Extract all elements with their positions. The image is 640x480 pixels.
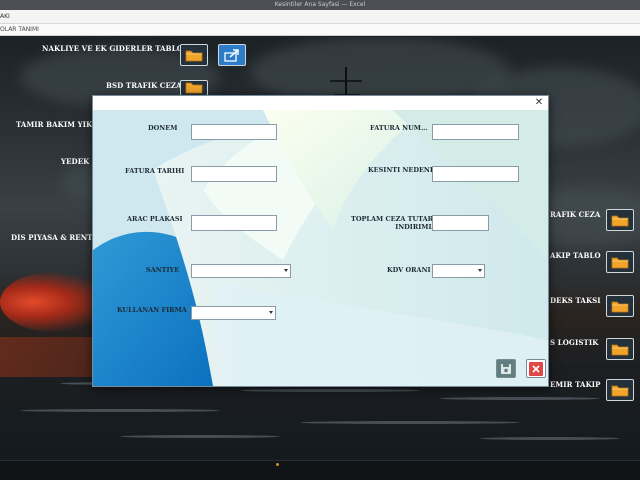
nakliye-share-button[interactable]: [218, 44, 246, 66]
chevron-down-icon: [478, 269, 482, 272]
folder-icon: [611, 301, 629, 312]
folder-icon: [611, 257, 629, 268]
kesinti-nedeni-input[interactable]: [432, 166, 519, 182]
toplam-ceza-label-line1: TOPLAM CEZA TUTARI: [351, 215, 437, 223]
chevron-down-icon: [269, 311, 273, 314]
status-bar: [0, 460, 640, 480]
sheet-tab-bar: OLAR TANIMI: [0, 24, 640, 36]
toplam-ceza-input[interactable]: [432, 215, 489, 231]
emir-takip-label: EMIR TAKIP: [550, 380, 601, 389]
dialog-body: DONEM FATURA TARIHI ARAC PLAKASI SANTIYE…: [93, 110, 548, 386]
save-icon: [501, 363, 511, 374]
menu-bar: AKI: [0, 10, 640, 24]
kdv-orani-select[interactable]: [432, 264, 485, 278]
window-titlebar: Kesintiler Ana Sayfasi — Excel: [0, 0, 640, 10]
folder-icon: [185, 82, 203, 94]
logistik-folder-button[interactable]: [606, 338, 634, 360]
menu-item-label[interactable]: AKI: [0, 10, 10, 24]
folder-icon: [611, 385, 629, 396]
fatura-tarihi-label: FATURA TARIHI: [125, 167, 185, 175]
folder-icon: [611, 344, 629, 355]
sheet-tab[interactable]: OLAR TANIMI: [0, 24, 39, 36]
fatura-num-label: FATURA NUM…: [370, 124, 428, 132]
nakliye-folder-button[interactable]: [180, 44, 208, 66]
save-button[interactable]: [496, 359, 516, 378]
kesinti-nedeni-label: KESINTI NEDENI: [368, 166, 433, 174]
close-icon[interactable]: ✕: [533, 97, 545, 109]
status-indicator: [276, 463, 279, 466]
cancel-button[interactable]: [526, 359, 546, 378]
window-title: Kesintiler Ana Sayfasi — Excel: [274, 1, 366, 8]
dialog-titlebar: ✕: [93, 96, 548, 110]
folder-icon: [611, 215, 629, 226]
donem-input[interactable]: [191, 124, 277, 140]
bsd-trafik-folder-button[interactable]: [180, 80, 208, 96]
fatura-tarihi-input[interactable]: [191, 166, 277, 182]
fatura-num-input[interactable]: [432, 124, 519, 140]
deks-taksi-folder-button[interactable]: [606, 295, 634, 317]
kdv-orani-label: KDV ORANI: [387, 266, 431, 274]
santiye-label: SANTIYE: [146, 266, 180, 274]
folder-icon: [185, 50, 203, 61]
toplam-ceza-label-line2: INDIRIMLI: [395, 223, 437, 231]
toplam-ceza-label: TOPLAM CEZA TUTARI INDIRIMLI: [351, 215, 436, 231]
bsd-trafik-label: BSD TRAFIK CEZA: [106, 81, 182, 90]
share-arrow-icon: [224, 49, 239, 62]
nakliye-label: NAKLIYE VE EK GIDERLER TABLOSU: [42, 44, 195, 53]
trafik-ceza-label: RAFIK CEZA: [550, 210, 601, 219]
dialog-background-image: [93, 110, 548, 386]
cancel-icon: [529, 361, 543, 376]
arac-plakasi-label: ARAC PLAKASI: [127, 215, 183, 223]
arac-plakasi-input[interactable]: [191, 215, 277, 231]
takip-tablo-folder-button[interactable]: [606, 251, 634, 273]
takip-tablo-label: AKIP TABLO: [550, 251, 601, 260]
trafik-ceza-folder-button[interactable]: [606, 209, 634, 231]
kullanan-firma-label: KULLANAN FIRMA: [117, 306, 187, 314]
deks-taksi-label: DEKS TAKSI: [550, 296, 601, 305]
emir-takip-folder-button[interactable]: [606, 379, 634, 401]
santiye-select[interactable]: [191, 264, 291, 278]
donem-label: DONEM: [148, 124, 178, 132]
fine-entry-dialog: ✕ DONEM FATURA TARIHI ARAC PLAKASI SANTI…: [92, 95, 549, 387]
logistik-label: S LOGISTIK: [550, 338, 599, 347]
kullanan-firma-select[interactable]: [191, 306, 276, 320]
chevron-down-icon: [284, 269, 288, 272]
